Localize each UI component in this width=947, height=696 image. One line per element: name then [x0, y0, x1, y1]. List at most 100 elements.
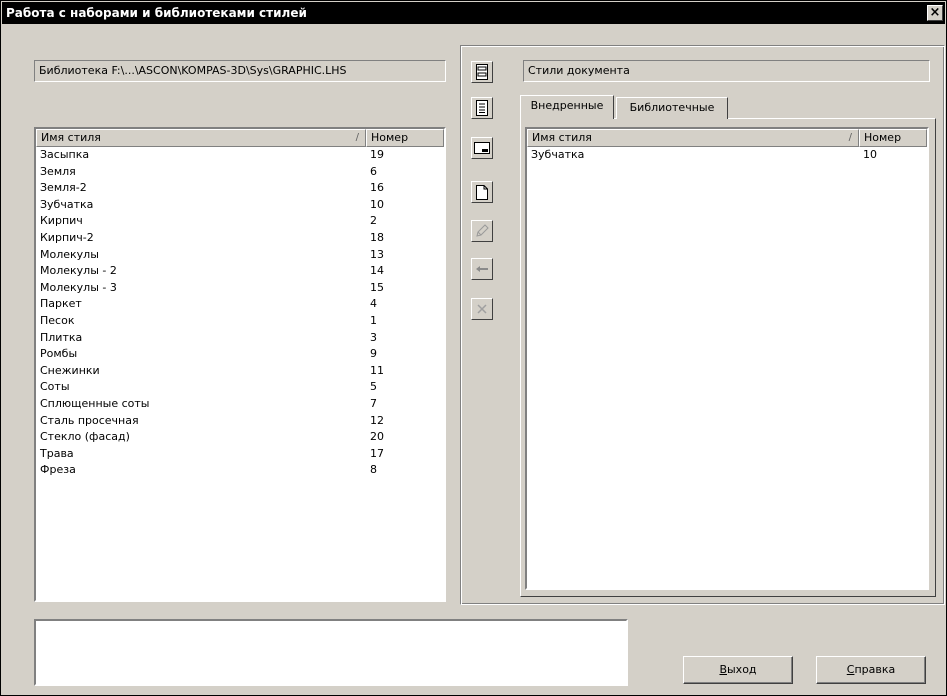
new-style-button[interactable] — [471, 181, 493, 203]
style-number-cell: 7 — [370, 396, 377, 410]
style-name-cell: Ромбы — [40, 347, 78, 361]
library-path-field: Библиотека F:\...\ASCON\KOMPAS-3D\Sys\GR… — [34, 60, 446, 82]
style-number-cell: 12 — [370, 413, 384, 427]
list-item[interactable]: Молекулы 13 — [36, 247, 444, 264]
list-item[interactable]: Зубчатка 10 — [36, 197, 444, 214]
list-item[interactable]: Фреза 8 — [36, 462, 444, 479]
message-box — [34, 619, 628, 686]
doc-column-label-name: Имя стиля — [532, 131, 592, 144]
tab-library[interactable]: Библиотечные — [616, 97, 728, 119]
window-icon — [474, 142, 490, 154]
list-item[interactable]: Трава 17 — [36, 446, 444, 463]
library-list-header: Имя стиля / Номер — [36, 129, 444, 147]
style-name-cell: Плитка — [40, 330, 83, 344]
list-item[interactable]: Кирпич-2 18 — [36, 230, 444, 247]
list-item[interactable]: Ромбы 9 — [36, 346, 444, 363]
copy-left-arrow-icon — [476, 266, 488, 272]
style-number-cell: 3 — [370, 330, 377, 344]
exit-button[interactable]: Выход — [683, 656, 793, 684]
list-item[interactable]: Зубчатка 10 — [527, 147, 927, 164]
list-item[interactable]: Песок 1 — [36, 313, 444, 330]
style-name-cell: Кирпич-2 — [40, 230, 94, 244]
style-name-cell: Снежинки — [40, 363, 100, 377]
doc-column-label-number: Номер — [864, 131, 902, 144]
style-name-cell: Сталь просечная — [40, 413, 139, 427]
style-name-cell: Кирпич — [40, 214, 83, 228]
delete-style-button[interactable] — [471, 298, 493, 320]
delete-cross-icon — [477, 304, 487, 314]
library-set-button[interactable] — [471, 61, 493, 83]
list-item[interactable]: Молекулы - 3 15 — [36, 280, 444, 297]
document-styles-label: Стили документа — [523, 60, 930, 82]
close-icon[interactable]: × — [927, 5, 943, 21]
style-name-cell: Молекулы - 2 — [40, 264, 117, 278]
style-name-cell: Засыпка — [40, 148, 90, 161]
column-header-number[interactable]: Номер — [366, 129, 444, 147]
list-item[interactable]: Паркет 4 — [36, 296, 444, 313]
doc-column-header-number[interactable]: Номер — [859, 129, 927, 147]
exit-label: ыход — [727, 663, 757, 676]
style-name-cell: Земля — [40, 164, 76, 178]
list-item[interactable]: Земля-2 16 — [36, 180, 444, 197]
document-styles-list[interactable]: Имя стиля / Номер Зубчатка 10 — [525, 127, 929, 590]
style-name-cell: Паркет — [40, 297, 82, 311]
style-name-cell: Сплющенные соты — [40, 396, 150, 410]
style-name-cell: Молекулы — [40, 247, 99, 261]
list-item[interactable]: Земля 6 — [36, 164, 444, 181]
style-number-cell: 13 — [370, 247, 384, 261]
library-rows: Засыпка 19 Земля 6 Земля-2 16 Зубчатка 10 Кирпич… — [36, 147, 444, 479]
doc-sort-indicator-icon: / — [848, 132, 852, 143]
copy-to-document-button[interactable] — [471, 258, 493, 280]
list-item[interactable]: Кирпич 2 — [36, 213, 444, 230]
style-number-cell: 16 — [370, 181, 384, 195]
list-icon — [476, 100, 488, 116]
style-name-cell: Зубчатка — [531, 148, 585, 161]
edit-style-button[interactable] — [471, 220, 493, 242]
style-name-cell: Зубчатка — [40, 197, 94, 211]
column-header-name[interactable]: Имя стиля / — [36, 129, 366, 147]
list-item[interactable]: Сплющенные соты 7 — [36, 396, 444, 413]
window-title: Работа с наборами и библиотеками стилей — [6, 6, 307, 20]
style-name-cell: Соты — [40, 380, 70, 394]
list-item[interactable]: Соты 5 — [36, 379, 444, 396]
tab-embedded[interactable]: Внедренные — [520, 95, 614, 119]
style-list-button[interactable] — [471, 97, 493, 119]
style-name-cell: Земля-2 — [40, 181, 87, 195]
style-number-cell: 4 — [370, 297, 377, 311]
window-button[interactable] — [471, 137, 493, 159]
style-number-cell: 15 — [370, 280, 384, 294]
column-label-number: Номер — [371, 131, 409, 144]
style-number-cell: 18 — [370, 230, 384, 244]
list-item[interactable]: Снежинки 11 — [36, 363, 444, 380]
document-list-header: Имя стиля / Номер — [527, 129, 927, 147]
exit-accelerator: В — [719, 663, 727, 676]
style-number-cell: 10 — [863, 148, 877, 161]
library-styles-list[interactable]: Имя стиля / Номер Засыпка 19 Земля 6 Земля-2… — [34, 127, 446, 602]
style-number-cell: 1 — [370, 313, 377, 327]
style-number-cell: 11 — [370, 363, 384, 377]
styles-dialog: Работа с наборами и библиотеками стилей … — [0, 0, 947, 696]
list-item[interactable]: Плитка 3 — [36, 330, 444, 347]
style-name-cell: Молекулы - 3 — [40, 280, 117, 294]
doc-column-header-name[interactable]: Имя стиля / — [527, 129, 859, 147]
style-number-cell: 20 — [370, 430, 384, 444]
document-rows: Зубчатка 10 — [527, 147, 927, 164]
help-button[interactable]: Справка — [816, 656, 926, 684]
list-item[interactable]: Молекулы - 2 14 — [36, 263, 444, 280]
edit-pencil-icon — [476, 224, 489, 237]
style-number-cell: 14 — [370, 264, 384, 278]
list-item[interactable]: Сталь просечная 12 — [36, 413, 444, 430]
style-number-cell: 9 — [370, 347, 377, 361]
style-number-cell: 5 — [370, 380, 377, 394]
style-number-cell: 2 — [370, 214, 377, 228]
style-number-cell: 10 — [370, 197, 384, 211]
style-name-cell: Фреза — [40, 463, 76, 477]
style-name-cell: Песок — [40, 313, 75, 327]
list-item[interactable]: Засыпка 19 — [36, 147, 444, 164]
help-label: правка — [854, 663, 896, 676]
column-label-name: Имя стиля — [41, 131, 101, 144]
style-name-cell: Трава — [40, 446, 74, 460]
style-number-cell: 8 — [370, 463, 377, 477]
sort-indicator-icon: / — [355, 132, 359, 143]
list-item[interactable]: Стекло (фасад) 20 — [36, 429, 444, 446]
